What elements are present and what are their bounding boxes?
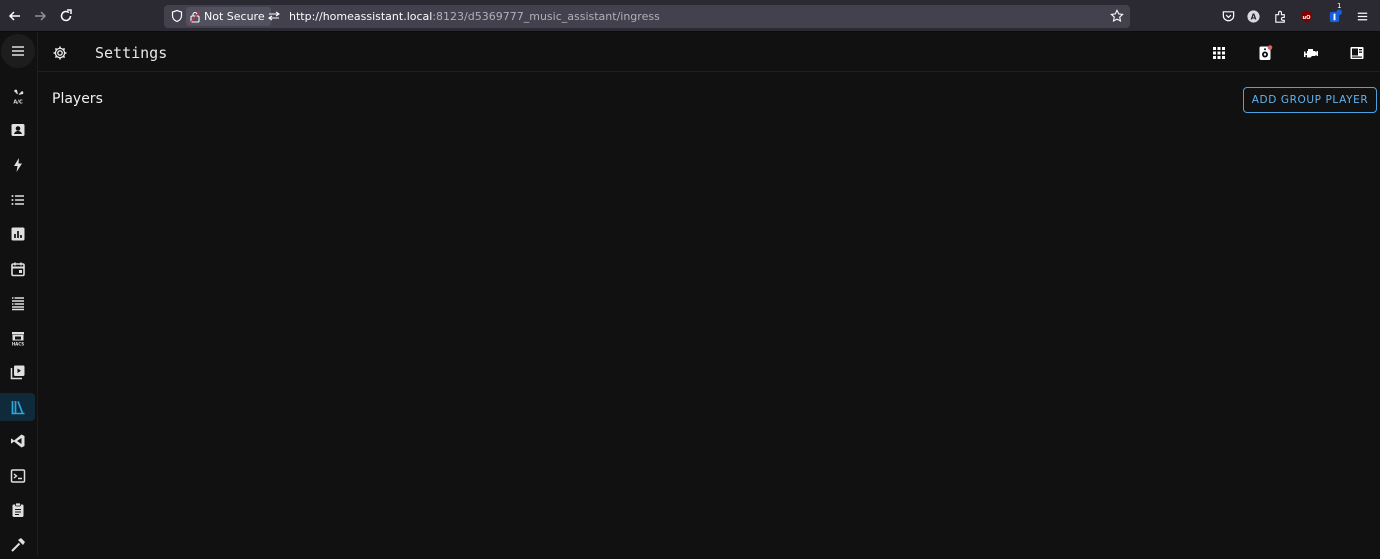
sidebar-item-history[interactable] (0, 220, 35, 248)
account-icon[interactable]: A (1245, 8, 1261, 24)
svg-text:A/C: A/C (13, 100, 23, 105)
sidebar-item-music-assistant[interactable] (0, 393, 35, 421)
notification-dot (1267, 44, 1272, 50)
database-icon (11, 297, 24, 311)
back-arrow-icon[interactable] (5, 6, 25, 26)
insecure-lock-icon (190, 11, 200, 23)
gear-icon (53, 46, 67, 60)
page-title: Settings (95, 44, 168, 62)
sidebar-item-profile[interactable] (0, 116, 35, 144)
pocket-icon[interactable] (1220, 8, 1236, 24)
hamburger-menu-icon[interactable] (1354, 8, 1370, 24)
sidebar-item-terminal[interactable] (0, 462, 35, 490)
library-music-icon (11, 401, 24, 415)
not-secure-indicator[interactable]: Not Secure (186, 7, 271, 26)
chart-box-icon (11, 227, 24, 241)
ublock-icon[interactable]: uO (1298, 8, 1314, 24)
sidebar-item-calendar[interactable] (0, 255, 35, 283)
sidebar-menu-button[interactable] (1, 34, 35, 68)
air-conditioner-icon: A/C (13, 89, 23, 105)
permissions-icon[interactable] (267, 9, 281, 23)
sidebar-item-database[interactable] (0, 289, 35, 317)
bitwarden-icon[interactable]: 1 (1326, 2, 1342, 24)
hacs-store-icon: HACS (11, 332, 24, 347)
hammer-icon (10, 538, 25, 552)
extensions-icon[interactable] (1272, 8, 1288, 24)
apps-grid-icon[interactable] (1210, 44, 1227, 61)
players-heading: Players (52, 91, 103, 107)
forward-arrow-icon[interactable] (30, 6, 50, 26)
extension-badge-count: 1 (1337, 2, 1342, 10)
console-icon (10, 469, 25, 483)
format-list-icon (11, 195, 24, 205)
url-text[interactable]: http://homeassistant.local:8123/d5369777… (289, 10, 660, 23)
clipboard-list-icon (12, 502, 23, 517)
sidebar-item-clipboard[interactable] (0, 496, 35, 524)
vscode-icon (10, 434, 24, 448)
sidebar-item-logbook[interactable] (0, 186, 35, 214)
app-toolbar: Settings (38, 32, 1380, 72)
sidebar-item-ac[interactable]: A/C (0, 82, 35, 110)
browser-toolbar: Not Secure http://homeassistant.local:81… (0, 0, 1380, 32)
account-box-icon (11, 124, 24, 136)
bookmark-star-icon[interactable] (1110, 9, 1124, 23)
play-box-multiple-icon (10, 365, 24, 380)
engine-icon[interactable] (1302, 44, 1319, 61)
add-group-player-button[interactable]: ADD GROUP PLAYER (1243, 87, 1377, 113)
sidebar-item-developer-tools[interactable] (0, 531, 35, 559)
sidebar-item-hacs[interactable]: HACS (0, 324, 35, 352)
lightning-bolt-icon (13, 158, 22, 172)
svg-text:HACS: HACS (11, 342, 23, 347)
address-bar[interactable]: Not Secure http://homeassistant.local:81… (164, 5, 1130, 28)
svg-text:A: A (1250, 12, 1256, 21)
svg-text:uO: uO (1302, 14, 1311, 20)
speaker-icon[interactable] (1256, 44, 1273, 61)
not-secure-label: Not Secure (204, 10, 265, 23)
calendar-icon (10, 262, 25, 277)
sidebar-item-energy[interactable] (0, 151, 35, 179)
display-icon[interactable] (1348, 44, 1365, 61)
menu-icon (12, 46, 24, 56)
sidebar-item-vscode[interactable] (0, 427, 35, 455)
sidebar-item-media[interactable] (0, 358, 35, 386)
reload-icon[interactable] (56, 6, 76, 26)
tracking-protection-shield-icon[interactable] (170, 9, 184, 23)
ha-sidebar: A/C HACS (0, 32, 38, 556)
